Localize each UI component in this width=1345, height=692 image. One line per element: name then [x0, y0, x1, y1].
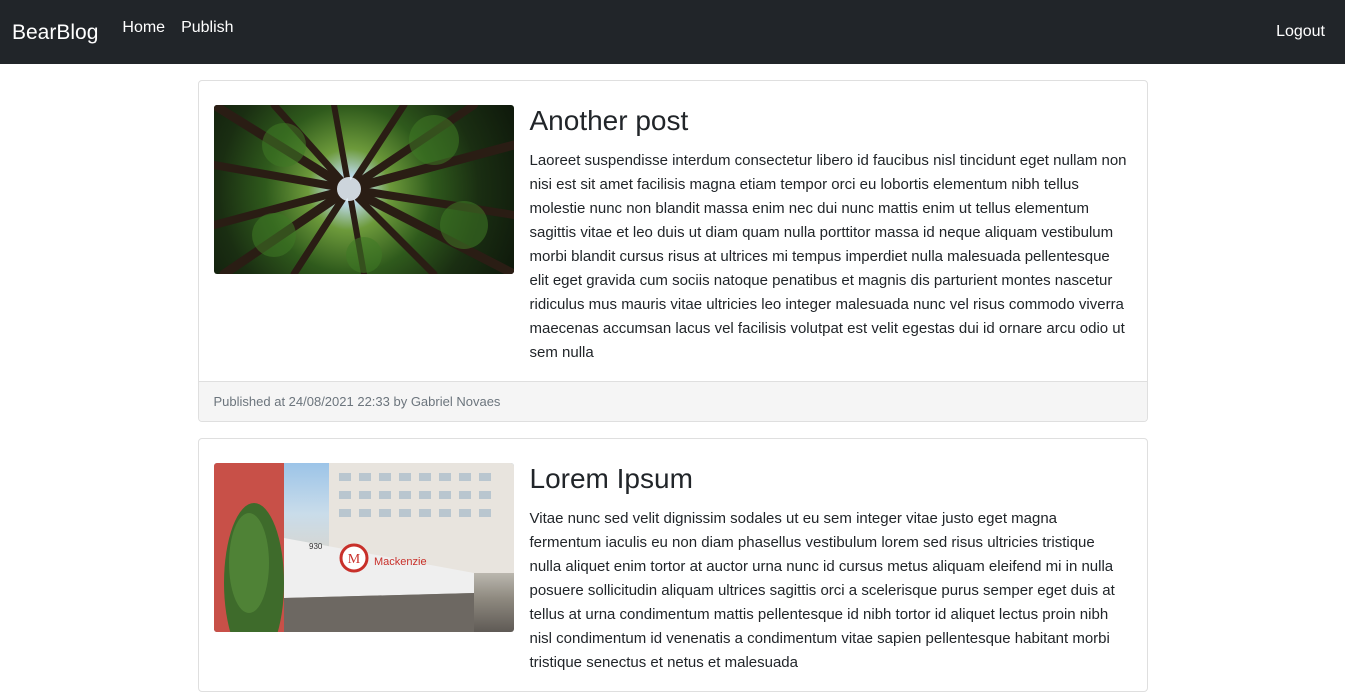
- post-card-body: Another post Laoreet suspendisse interdu…: [199, 81, 1147, 381]
- brand-logo[interactable]: BearBlog: [12, 21, 98, 45]
- sign-text: Mackenzie: [374, 556, 427, 568]
- post-thumbnail-forest[interactable]: [213, 105, 514, 274]
- logo-letter: M: [347, 552, 360, 567]
- logout-link[interactable]: Logout: [1276, 23, 1325, 41]
- post-body: Vitae nunc sed velit dignissim sodales u…: [529, 510, 1115, 671]
- nav-home-link[interactable]: Home: [122, 19, 165, 37]
- post-text: Another post Laoreet suspendisse interdu…: [530, 105, 1131, 365]
- post-text: Lorem Ipsum Vitae nunc sed velit digniss…: [530, 463, 1131, 675]
- mackenzie-building-icon: M Mackenzie 930: [213, 463, 514, 632]
- nav-publish-link[interactable]: Publish: [181, 19, 233, 37]
- post-body: Laoreet suspendisse interdum consectetur…: [529, 152, 1127, 361]
- post-title[interactable]: Another post: [530, 105, 1131, 137]
- post-title[interactable]: Lorem Ipsum: [530, 463, 1131, 495]
- post-card-body: M Mackenzie 930 Lorem Ipsum Vitae nunc s…: [199, 439, 1147, 691]
- top-navbar: BearBlog Home Publish Logout: [0, 0, 1345, 64]
- post-thumbnail-building[interactable]: M Mackenzie 930: [213, 463, 514, 632]
- forest-canopy-icon: [213, 105, 514, 274]
- post-card: Another post Laoreet suspendisse interdu…: [197, 80, 1148, 422]
- building-number: 930: [309, 542, 323, 551]
- post-card: M Mackenzie 930 Lorem Ipsum Vitae nunc s…: [197, 438, 1148, 692]
- posts-container: Another post Laoreet suspendisse interdu…: [197, 80, 1148, 692]
- post-footer: Published at 24/08/2021 22:33 by Gabriel…: [198, 381, 1147, 421]
